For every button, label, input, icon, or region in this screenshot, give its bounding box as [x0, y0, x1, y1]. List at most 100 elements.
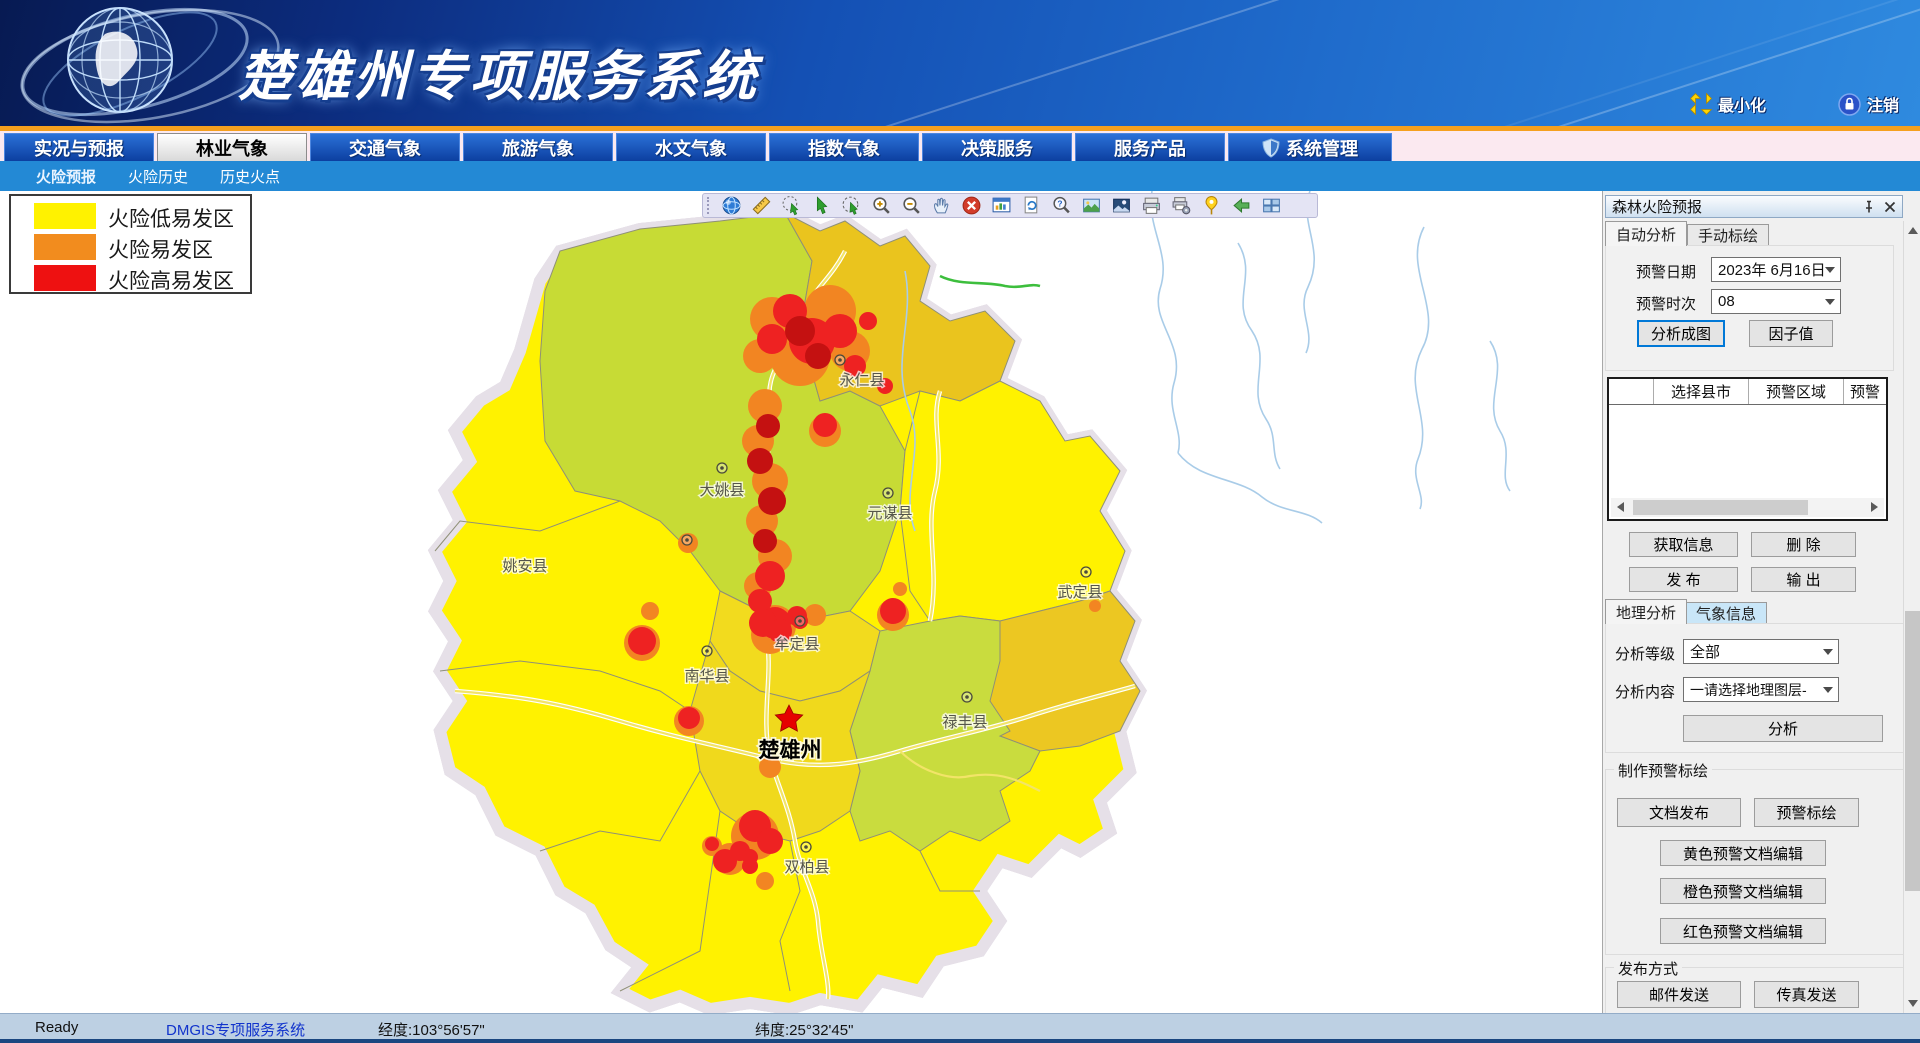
subnav-fire-history[interactable]: 火险历史 [128, 166, 188, 186]
fax-send-button[interactable]: 传真发送 [1754, 981, 1859, 1008]
legend-swatch-medium [34, 234, 96, 260]
legend-row: 火险易发区 [11, 233, 250, 261]
hscroll-thumb[interactable] [1633, 500, 1808, 515]
orange-doc-button[interactable]: 橙色预警文档编辑 [1660, 878, 1826, 904]
pin-panel-icon[interactable] [1862, 200, 1876, 214]
analyze-map-button[interactable]: 分析成图 [1637, 320, 1725, 347]
shield-icon [1262, 138, 1280, 158]
analysis-content-select[interactable]: 一请选择地理图层- [1683, 677, 1839, 702]
fire-risk-map[interactable]: 永仁县 元谋县 大姚县 姚安县 南华县 牟定县 武定县 禄丰县 双柏县 楚雄州 [0, 191, 1602, 1013]
print-icon[interactable] [1141, 195, 1162, 216]
stop-icon[interactable] [961, 195, 982, 216]
image-icon[interactable] [1081, 195, 1102, 216]
top-banner: 楚雄州专项服务系统 最小化 注销 [0, 0, 1920, 126]
yellow-doc-button[interactable]: 黄色预警文档编辑 [1660, 840, 1826, 866]
zoom-out-icon[interactable] [901, 195, 922, 216]
zoom-in-icon[interactable] [871, 195, 892, 216]
back-arrow-icon[interactable] [1231, 195, 1252, 216]
scroll-up-icon[interactable] [1908, 227, 1918, 234]
panel-tab-geo[interactable]: 地理分析 [1605, 599, 1687, 624]
pin-marker-icon[interactable] [1201, 195, 1222, 216]
tab-decision[interactable]: 决策服务 [922, 133, 1072, 161]
subnav-fire-forecast[interactable]: 火险预报 [36, 166, 96, 186]
close-panel-icon[interactable] [1884, 201, 1896, 213]
minimize-button[interactable]: 最小化 [1690, 92, 1766, 116]
warn-time-select[interactable]: 08 [1711, 289, 1841, 314]
status-ready: Ready [35, 1019, 78, 1036]
toolbar-grip[interactable] [707, 197, 712, 214]
scroll-left-icon[interactable] [1617, 502, 1624, 512]
subnav-history-firepoints[interactable]: 历史火点 [220, 166, 280, 186]
refresh-page-icon[interactable] [1021, 195, 1042, 216]
minimize-label: 最小化 [1718, 92, 1766, 116]
button-label: 预警标绘 [1776, 802, 1836, 823]
legend-swatch-low [34, 203, 96, 229]
tab-hydrology[interactable]: 水文气象 [616, 133, 766, 161]
analyze-button[interactable]: 分析 [1683, 715, 1883, 742]
sub-nav: 火险预报 火险历史 历史火点 [0, 161, 1920, 191]
tab-forestry[interactable]: 林业气象 [157, 133, 307, 161]
pan-hand-icon[interactable] [931, 195, 952, 216]
doc-publish-button[interactable]: 文档发布 [1617, 798, 1741, 827]
delete-button[interactable]: 删 除 [1751, 532, 1856, 557]
output-button[interactable]: 输 出 [1751, 567, 1856, 592]
warn-date-select[interactable]: 2023年 6月16日 [1711, 257, 1841, 282]
button-label: 文档发布 [1649, 802, 1709, 823]
tab-products[interactable]: 服务产品 [1075, 133, 1225, 161]
legend-label: 火险易发区 [108, 234, 213, 264]
map-legend: 火险低易发区 火险易发区 火险高易发区 [9, 194, 252, 294]
tab-tourism[interactable]: 旅游气象 [463, 133, 613, 161]
email-send-button[interactable]: 邮件发送 [1617, 981, 1741, 1008]
table-hscrollbar[interactable] [1611, 498, 1884, 517]
tab-label: 自动分析 [1616, 224, 1676, 245]
warning-table[interactable]: 选择县市 预警区域 预警 [1607, 377, 1888, 521]
panel-vscrollbar[interactable] [1903, 221, 1920, 1013]
table-header-warn: 预警 [1844, 379, 1886, 404]
vscroll-thumb[interactable] [1905, 611, 1920, 891]
app-title: 楚雄州专项服务系统 [238, 32, 760, 111]
analysis-level-select[interactable]: 全部 [1683, 639, 1839, 664]
panel-title: 森林火险预报 [1612, 196, 1702, 217]
image-dark-icon[interactable] [1111, 195, 1132, 216]
publish-group-title: 发布方式 [1614, 958, 1682, 979]
tab-label: 决策服务 [961, 135, 1033, 161]
panel-tab-weather[interactable]: 气象信息 [1685, 602, 1767, 624]
status-system-link[interactable]: DMGIS专项服务系统 [166, 1019, 305, 1040]
red-doc-button[interactable]: 红色预警文档编辑 [1660, 918, 1826, 944]
get-info-button[interactable]: 获取信息 [1629, 532, 1738, 557]
map-tiles-icon[interactable] [1261, 195, 1282, 216]
warn-date-value: 2023年 6月16日 [1718, 259, 1826, 280]
svg-text:?: ? [1057, 199, 1062, 209]
globe-icon[interactable] [721, 195, 742, 216]
tab-index[interactable]: 指数气象 [769, 133, 919, 161]
identify-icon[interactable]: ? [1051, 195, 1072, 216]
lasso-select-icon[interactable] [841, 195, 862, 216]
button-label: 因子值 [1768, 323, 1813, 344]
tab-traffic[interactable]: 交通气象 [310, 133, 460, 161]
tab-system[interactable]: 系统管理 [1228, 133, 1392, 161]
overview-window-icon[interactable] [991, 195, 1012, 216]
ruler-icon[interactable] [751, 195, 772, 216]
button-label: 黄色预警文档编辑 [1683, 843, 1803, 864]
publish-button[interactable]: 发 布 [1629, 567, 1738, 592]
tab-live-forecast[interactable]: 实况与预报 [4, 133, 154, 161]
map-viewport[interactable]: 永仁县 元谋县 大姚县 姚安县 南华县 牟定县 武定县 禄丰县 双柏县 楚雄州 … [0, 191, 1602, 1013]
warn-plot-button[interactable]: 预警标绘 [1754, 798, 1859, 827]
county-label: 南华县 [684, 668, 729, 685]
publish-group: 发布方式 邮件发送 传真发送 [1605, 967, 1904, 1013]
tab-label: 水文气象 [655, 135, 727, 161]
factor-value-button[interactable]: 因子值 [1749, 320, 1833, 347]
panel-tab-auto[interactable]: 自动分析 [1605, 221, 1687, 246]
scroll-right-icon[interactable] [1871, 502, 1878, 512]
scroll-down-icon[interactable] [1908, 1000, 1918, 1007]
select-circle-icon[interactable] [781, 195, 802, 216]
plot-group-title: 制作预警标绘 [1614, 760, 1712, 781]
status-bar: Ready DMGIS专项服务系统 经度:103°56'57" 纬度:25°32… [0, 1013, 1920, 1043]
county-label: 武定县 [1057, 584, 1102, 601]
print-setup-icon[interactable] [1171, 195, 1192, 216]
legend-row: 火险高易发区 [11, 264, 250, 292]
select-arrow-icon[interactable] [811, 195, 832, 216]
logout-button[interactable]: 注销 [1838, 92, 1899, 116]
analysis-level-label: 分析等级 [1615, 643, 1675, 664]
panel-tab-manual[interactable]: 手动标绘 [1687, 224, 1769, 246]
